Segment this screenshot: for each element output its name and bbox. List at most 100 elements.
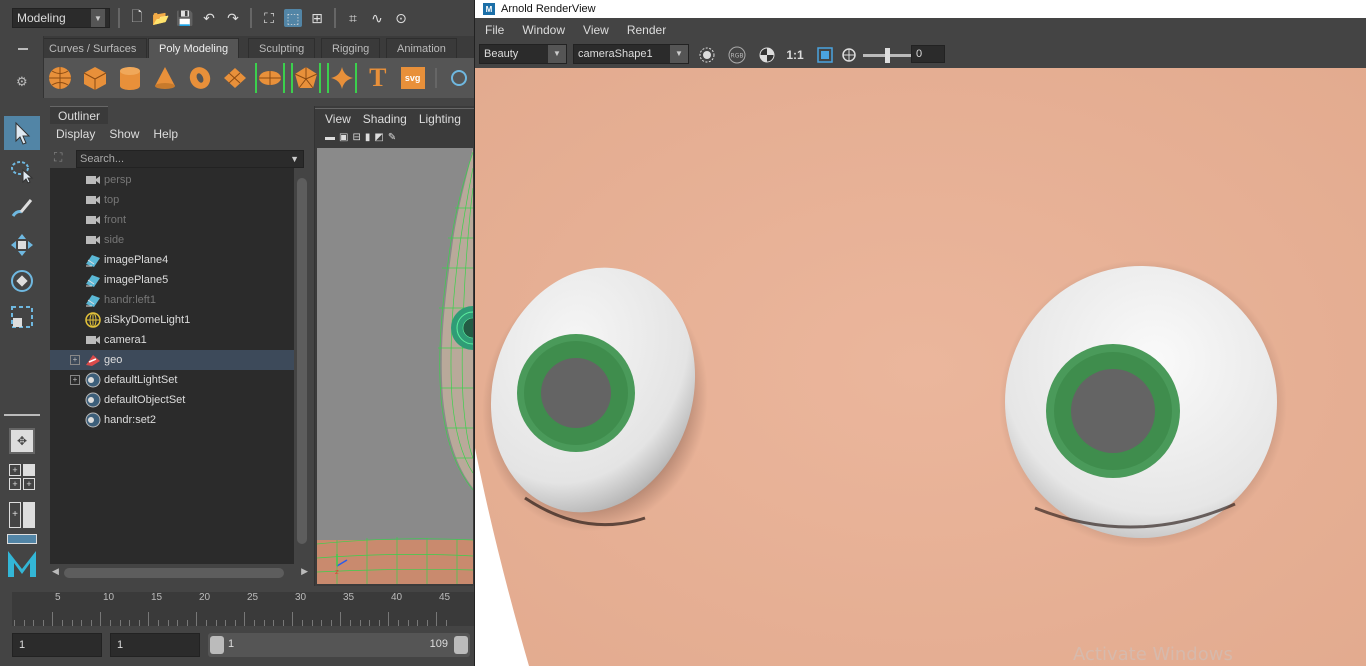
scrollbar-thumb[interactable] xyxy=(64,568,284,578)
outliner-row[interactable]: handr:set2 xyxy=(50,410,294,430)
poly-plane-icon[interactable] xyxy=(220,63,249,93)
two-view-layout-icon[interactable]: + xyxy=(4,498,40,532)
save-scene-icon[interactable]: 💾 xyxy=(176,9,194,27)
open-scene-icon[interactable]: 📂 xyxy=(152,9,170,27)
outliner-search-input[interactable]: Search... ▼ xyxy=(76,150,304,168)
pencil-icon[interactable]: ✎ xyxy=(388,132,396,143)
playback-start-field[interactable]: 1 xyxy=(110,633,200,657)
outliner-row[interactable]: imagePlane5 xyxy=(50,270,294,290)
text-tool-icon[interactable]: T xyxy=(363,63,392,93)
outliner-row[interactable]: persp xyxy=(50,170,294,190)
outliner-row[interactable]: imagePlane4 xyxy=(50,250,294,270)
shelf-menu-icon[interactable] xyxy=(18,48,28,50)
expand-icon[interactable]: + xyxy=(70,355,80,365)
lock-camera-icon[interactable]: ⊟ xyxy=(352,132,360,143)
snap-curve-icon[interactable]: ∿ xyxy=(368,9,386,27)
render-image[interactable]: Activate Windows xyxy=(475,68,1366,666)
rotate-tool-icon[interactable] xyxy=(4,264,40,298)
svg-tool-icon[interactable]: svg xyxy=(398,63,427,93)
viewport-menu-view[interactable]: View xyxy=(325,109,351,128)
outliner-row[interactable]: + defaultLightSet xyxy=(50,370,294,390)
range-start-handle[interactable] xyxy=(210,636,224,654)
redo-icon[interactable]: ↷ xyxy=(224,9,242,27)
select-object-icon[interactable]: ⬚ xyxy=(284,9,302,27)
exposure-slider[interactable] xyxy=(863,48,915,63)
outliner-menu-display[interactable]: Display xyxy=(56,124,95,144)
viewport-canvas[interactable]: z xyxy=(317,148,473,584)
poly-disc-icon[interactable] xyxy=(255,63,286,93)
outliner-horizontal-scrollbar[interactable]: ◀ ▶ xyxy=(50,564,308,580)
frame-all-icon[interactable] xyxy=(815,45,835,65)
outliner-row[interactable]: + geo xyxy=(50,350,294,370)
platonic-solid-icon[interactable] xyxy=(291,63,322,93)
paint-select-tool-icon[interactable] xyxy=(4,192,40,226)
arnold-menu-render[interactable]: Render xyxy=(627,18,666,42)
move-tool-icon[interactable] xyxy=(4,228,40,262)
outliner-title[interactable]: Outliner xyxy=(50,106,109,124)
poly-cube-icon[interactable] xyxy=(81,63,110,93)
aov-select[interactable]: Beauty ▼ xyxy=(479,44,567,64)
sculpt-icon[interactable] xyxy=(445,63,474,93)
outliner-row[interactable]: top xyxy=(50,190,294,210)
image-plane-icon[interactable]: ◩ xyxy=(374,132,383,143)
shelf-tab-sculpting[interactable]: Sculpting xyxy=(248,38,316,58)
outliner-row[interactable]: front xyxy=(50,210,294,230)
shelf-tab-rigging[interactable]: Rigging xyxy=(321,38,381,58)
start-time-field[interactable]: 1 xyxy=(12,633,102,657)
shelf-tab-poly-modeling[interactable]: Poly Modeling xyxy=(148,38,240,58)
search-options-icon[interactable]: ⛶ xyxy=(54,150,70,166)
select-tool-icon[interactable] xyxy=(4,116,40,150)
render-region-icon[interactable] xyxy=(697,45,717,65)
outliner-menu-help[interactable]: Help xyxy=(153,124,178,144)
four-view-layout-icon[interactable]: + + + xyxy=(4,460,40,494)
single-perspective-layout-icon[interactable]: ✥ xyxy=(4,424,40,458)
select-hierarchy-icon[interactable]: ⛶ xyxy=(260,9,278,27)
poly-sphere-icon[interactable] xyxy=(46,63,75,93)
scrollbar-thumb[interactable] xyxy=(297,178,307,544)
snap-point-icon[interactable]: ⊙ xyxy=(392,9,410,27)
timeline-tick-label: 20 xyxy=(199,592,211,603)
exposure-slider-handle[interactable] xyxy=(885,48,890,63)
viewport-menu-lighting[interactable]: Lighting xyxy=(419,109,461,128)
range-slider[interactable]: 1 109 xyxy=(208,633,470,657)
outliner-row[interactable]: handr:left1 xyxy=(50,290,294,310)
chevron-down-icon[interactable]: ▼ xyxy=(290,151,299,167)
menu-set-select[interactable]: Modeling ▼ xyxy=(12,8,110,28)
select-component-icon[interactable]: ⊞ xyxy=(308,9,326,27)
poly-torus-icon[interactable] xyxy=(186,63,215,93)
time-slider[interactable]: 5 10 15 20 25 30 35 40 45 xyxy=(12,592,474,626)
outliner-row[interactable]: side xyxy=(50,230,294,250)
viewport-menu-shading[interactable]: Shading xyxy=(363,109,407,128)
rgb-channel-button[interactable]: RGB xyxy=(727,45,747,65)
new-scene-icon[interactable]: 🗋 xyxy=(128,8,146,27)
outliner-vertical-scrollbar[interactable] xyxy=(294,168,310,564)
exposure-field[interactable]: 0 xyxy=(911,45,945,63)
gear-icon[interactable]: ⚙ xyxy=(16,74,28,90)
arnold-menu-view[interactable]: View xyxy=(583,18,609,42)
alpha-channel-icon[interactable] xyxy=(757,45,777,65)
range-end-handle[interactable] xyxy=(454,636,468,654)
scale-tool-icon[interactable] xyxy=(4,300,40,334)
camera-select[interactable]: cameraShape1 ▼ xyxy=(573,44,689,64)
shelf-tab-animation[interactable]: Animation xyxy=(386,38,457,58)
poly-cylinder-icon[interactable] xyxy=(116,63,145,93)
arnold-menu-file[interactable]: File xyxy=(485,18,504,42)
arnold-menu-window[interactable]: Window xyxy=(522,18,565,42)
lasso-tool-icon[interactable] xyxy=(4,154,40,188)
undo-icon[interactable]: ↶ xyxy=(200,9,218,27)
real-size-button[interactable]: 1:1 xyxy=(785,45,805,65)
expand-icon[interactable]: + xyxy=(70,375,80,385)
shelf-tab-curves[interactable]: Curves / Surfaces xyxy=(38,38,148,58)
outliner-row[interactable]: defaultObjectSet xyxy=(50,390,294,410)
outliner-menu-show[interactable]: Show xyxy=(109,124,139,144)
camera-attributes-icon[interactable]: ▣ xyxy=(339,132,348,143)
outliner-row[interactable]: camera1 xyxy=(50,330,294,350)
poly-cone-icon[interactable] xyxy=(151,63,180,93)
super-shape-icon[interactable] xyxy=(327,63,358,93)
scroll-right-icon[interactable]: ▶ xyxy=(301,566,308,577)
snap-grid-icon[interactable]: ⌗ xyxy=(344,9,362,27)
bookmark-icon[interactable]: ▮ xyxy=(365,132,371,143)
scroll-left-icon[interactable]: ◀ xyxy=(52,566,59,577)
camera-icon[interactable]: ▬ xyxy=(325,132,335,143)
outliner-row[interactable]: aiSkyDomeLight1 xyxy=(50,310,294,330)
